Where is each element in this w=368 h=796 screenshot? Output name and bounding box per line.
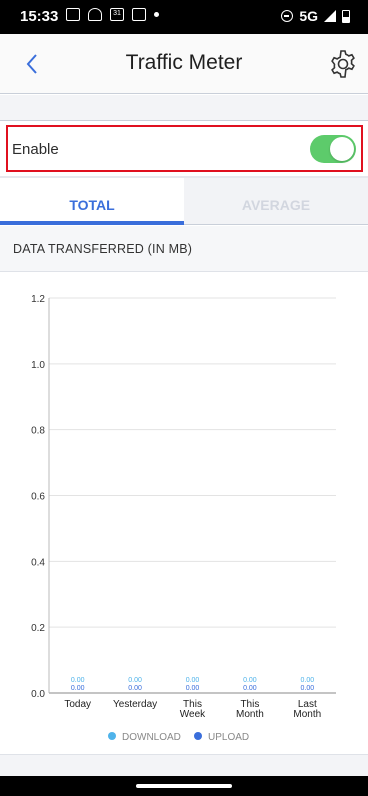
x-tick-label: Month: [236, 709, 264, 720]
tab-bar: TOTAL AVERAGE: [0, 178, 368, 225]
data-label-upload: 0.00: [186, 685, 200, 692]
data-label-download: 0.00: [300, 677, 314, 684]
y-tick-label: 0.4: [31, 557, 45, 568]
y-tick-label: 0.8: [31, 426, 45, 437]
signal-icon: [324, 10, 336, 22]
enable-row: Enable: [6, 125, 363, 172]
y-tick-label: 1.0: [31, 360, 45, 371]
outlook-icon: [132, 8, 146, 21]
chart-svg: 0.00.20.40.60.81.01.20.000.00Today0.000.…: [31, 294, 336, 743]
status-bar: 15:33 31 5G: [0, 0, 368, 34]
x-tick-label: Week: [180, 709, 206, 720]
dot-icon: [154, 12, 159, 17]
y-tick-label: 0.6: [31, 492, 45, 503]
legend-download-marker: [108, 732, 116, 740]
legend-upload-label: UPLOAD: [208, 732, 249, 743]
toggle-knob: [330, 137, 354, 161]
header-spacer: [0, 95, 368, 121]
y-tick-label: 1.2: [31, 294, 45, 305]
data-label-download: 0.00: [128, 677, 142, 684]
gear-icon: [331, 50, 355, 78]
system-nav-bar: [0, 776, 368, 796]
tab-total[interactable]: TOTAL: [0, 178, 184, 225]
notification-icons: 31: [66, 8, 159, 21]
section-title: DATA TRANSFERRED (IN MB): [13, 242, 193, 256]
y-tick-label: 0.2: [31, 623, 45, 634]
data-label-upload: 0.00: [300, 685, 314, 692]
network-type: 5G: [299, 8, 318, 24]
x-tick-label: Today: [64, 699, 91, 710]
enable-toggle[interactable]: [310, 135, 356, 163]
do-not-disturb-icon: [281, 10, 294, 22]
legend-download-label: DOWNLOAD: [122, 732, 181, 743]
data-label-upload: 0.00: [71, 685, 85, 692]
traffic-chart: 0.0 0.2 0.4 0.6 0.8 1.0 1.2 0.00 0.00 Today 0.00 0.…: [0, 272, 368, 754]
data-label-download: 0.00: [71, 677, 85, 684]
data-label-upload: 0.00: [243, 685, 257, 692]
y-tick-label: 0.0: [31, 689, 45, 700]
wifi-question-icon: [88, 8, 102, 21]
section-header: DATA TRANSFERRED (IN MB): [0, 226, 368, 272]
enable-label: Enable: [12, 141, 59, 158]
tab-average[interactable]: AVERAGE: [184, 178, 368, 224]
battery-icon: [342, 9, 350, 23]
x-tick-label: Month: [293, 709, 321, 720]
data-label-upload: 0.00: [128, 685, 142, 692]
data-label-download: 0.00: [186, 677, 200, 684]
bottom-spacer: [0, 754, 368, 776]
app-header: Traffic Meter: [0, 34, 368, 94]
legend-upload-marker: [194, 732, 202, 740]
data-label-download: 0.00: [243, 677, 257, 684]
teams-icon: [66, 8, 80, 21]
status-time: 15:33: [20, 8, 59, 25]
x-tick-label: Yesterday: [113, 699, 157, 710]
home-indicator[interactable]: [136, 784, 232, 788]
settings-button[interactable]: [328, 49, 358, 79]
page-title: Traffic Meter: [125, 51, 243, 74]
calendar-31-icon: 31: [110, 8, 124, 21]
